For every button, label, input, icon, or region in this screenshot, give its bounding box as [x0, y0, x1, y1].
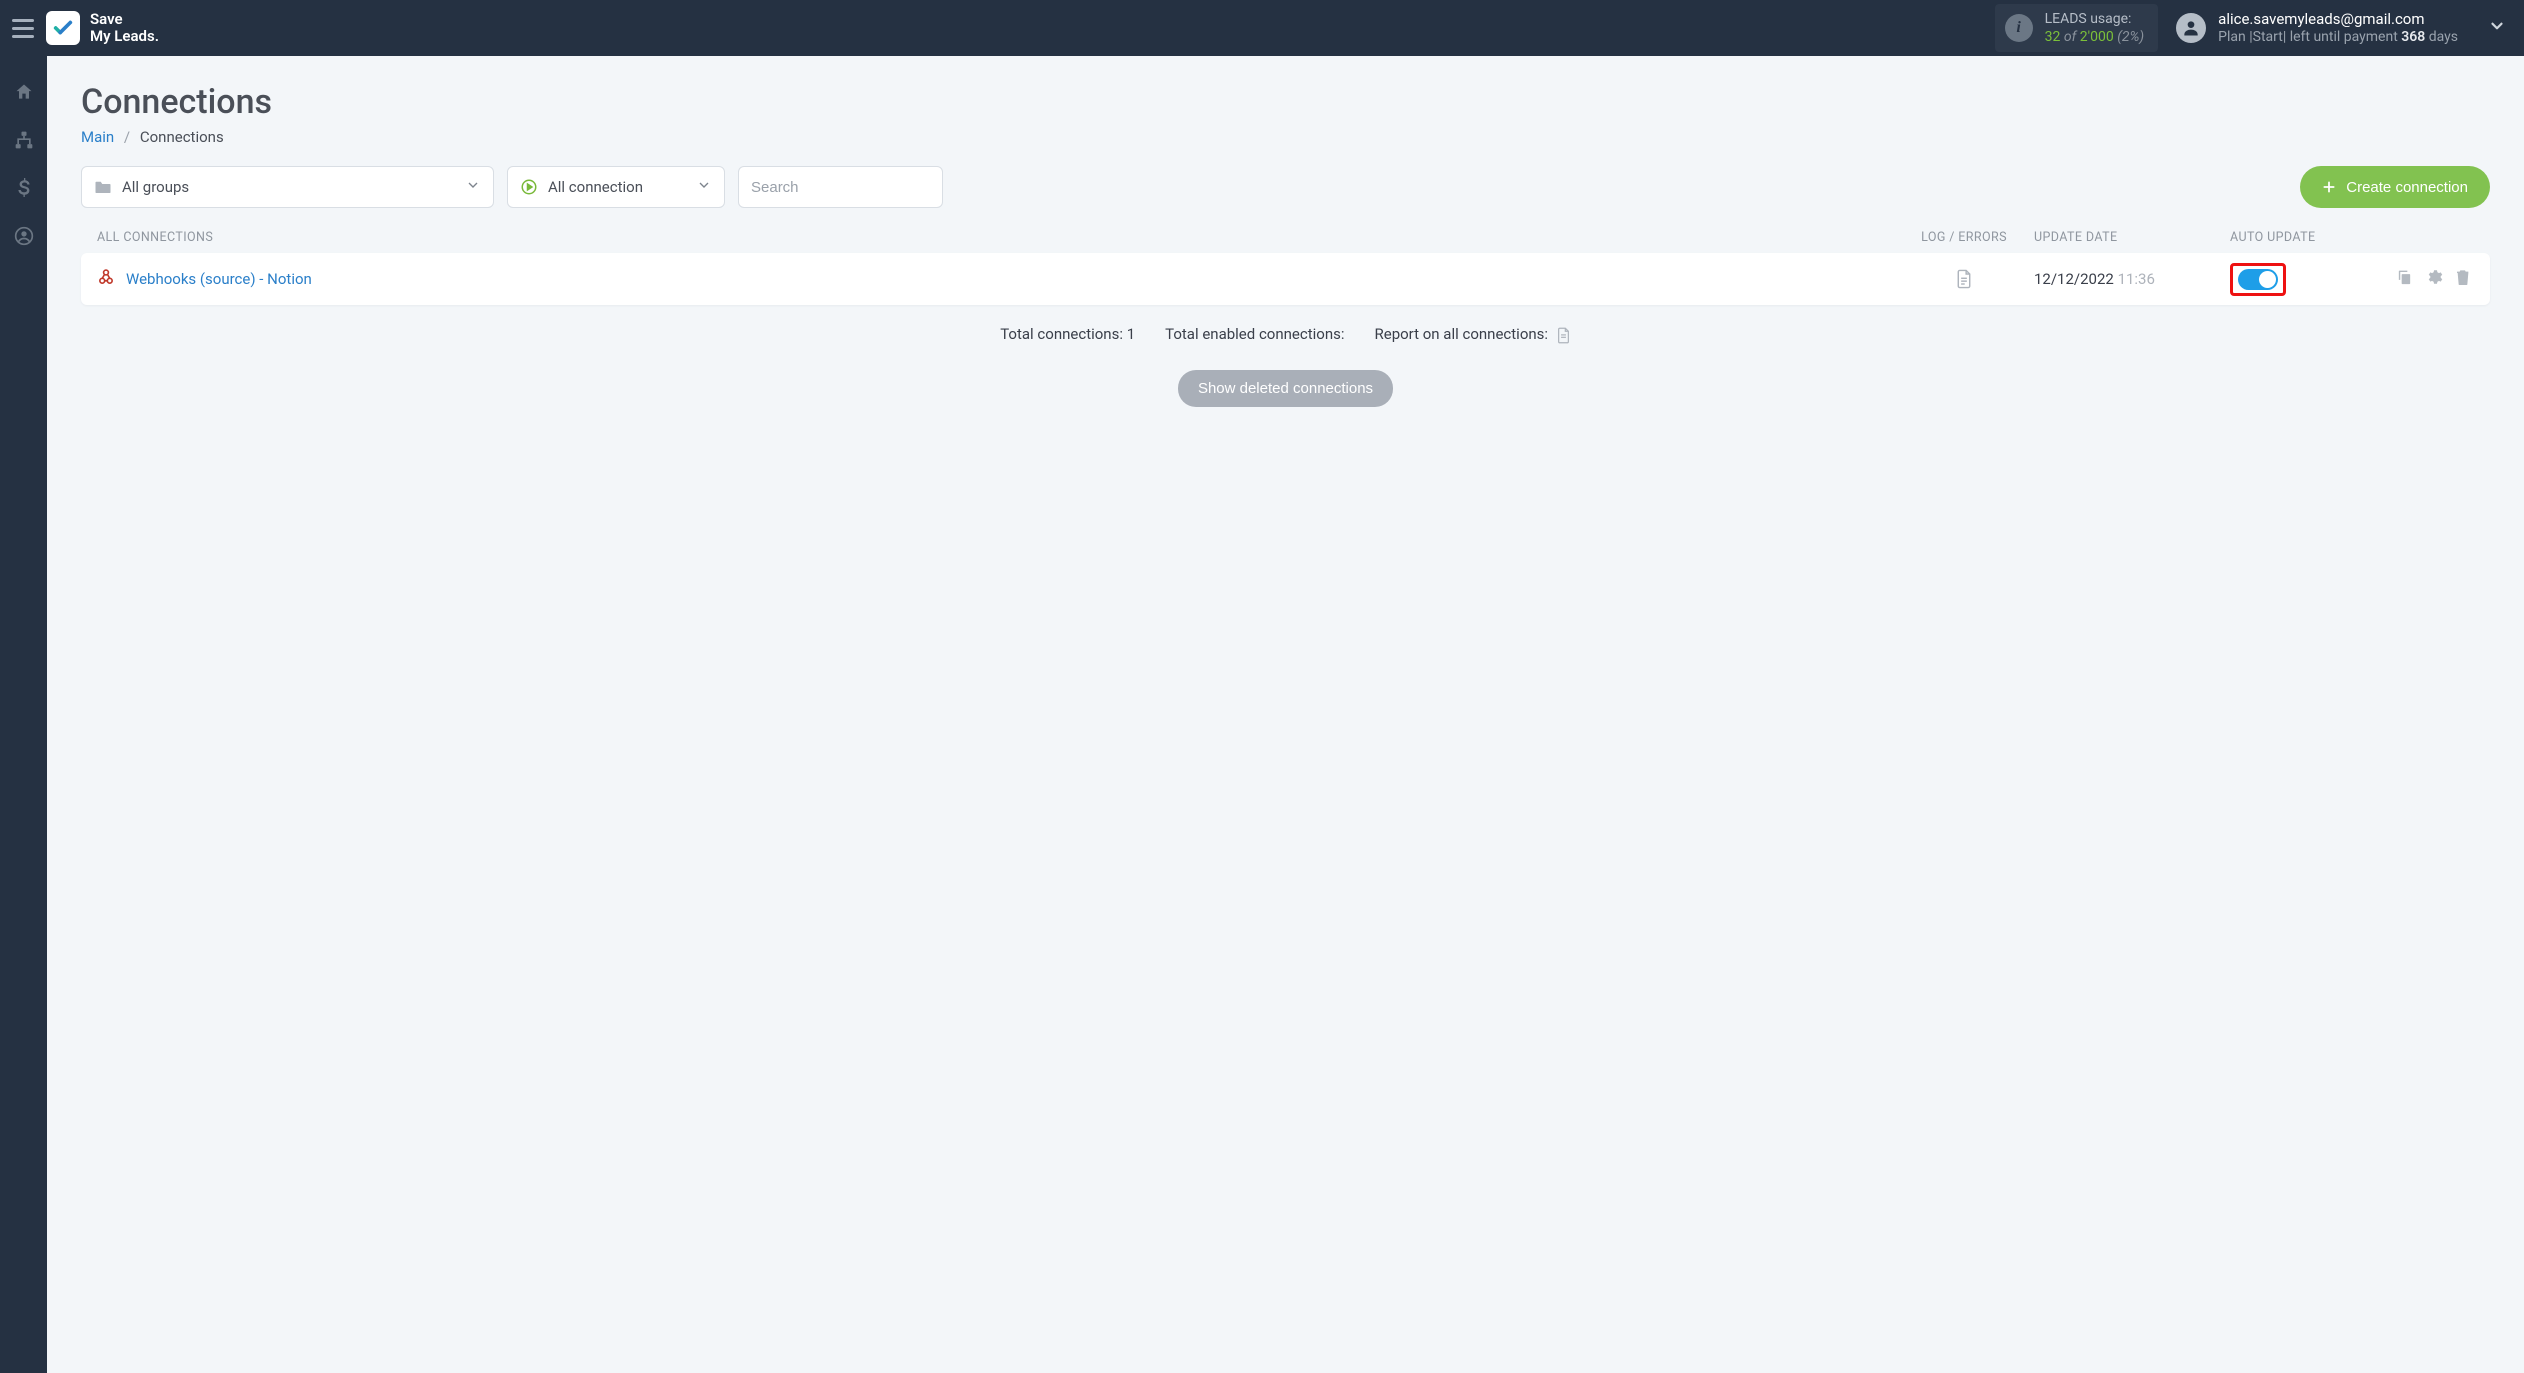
dollar-icon	[18, 178, 30, 198]
table-row: Webhooks (source) - Notion 12/12/2022 11…	[81, 253, 2490, 305]
log-button[interactable]	[1904, 269, 2024, 289]
connection-filter-dropdown[interactable]: All connection	[507, 166, 725, 208]
settings-button[interactable]	[2422, 265, 2446, 293]
sidebar-item-account[interactable]	[0, 214, 47, 258]
groups-dropdown[interactable]: All groups	[81, 166, 494, 208]
app-logo[interactable]	[46, 11, 80, 45]
home-icon	[14, 82, 34, 102]
menu-toggle[interactable]	[10, 15, 36, 41]
col-log-errors: LOG / ERRORS	[1904, 230, 2024, 245]
copy-icon	[2396, 268, 2413, 286]
brand-name: Save My Leads.	[90, 11, 159, 46]
chevron-down-icon	[2488, 17, 2506, 35]
summary-row: Total connections: 1 Total enabled conne…	[81, 325, 2490, 344]
folder-icon	[94, 179, 112, 195]
total-connections: Total connections: 1	[1000, 325, 1135, 343]
delete-button[interactable]	[2452, 265, 2474, 293]
account-email: alice.savemyleads@gmail.com	[2218, 10, 2458, 29]
webhook-icon	[97, 268, 115, 290]
table-header: ALL CONNECTIONS LOG / ERRORS UPDATE DATE…	[81, 230, 2490, 253]
account-plan: Plan |Start| left until payment 368 days	[2218, 29, 2458, 47]
chevron-down-icon	[465, 177, 481, 197]
sidebar-item-home[interactable]	[0, 70, 47, 114]
breadcrumb-main[interactable]: Main	[81, 128, 114, 146]
document-icon	[1955, 269, 1973, 289]
plus-icon	[2322, 180, 2336, 194]
usage-text: LEADS usage: 32 of 2'000 (2%)	[2045, 10, 2145, 46]
chevron-down-icon	[696, 177, 712, 197]
play-circle-icon	[520, 178, 538, 196]
highlight-annotation	[2230, 263, 2286, 296]
avatar	[2176, 13, 2206, 43]
info-icon: i	[2005, 14, 2033, 42]
gear-icon	[2425, 268, 2443, 286]
document-icon	[1556, 327, 1571, 344]
user-circle-icon	[14, 226, 34, 246]
col-update-date: UPDATE DATE	[2024, 230, 2224, 245]
copy-button[interactable]	[2393, 265, 2416, 293]
filter-row: All groups All connection	[81, 166, 2490, 208]
sidebar-item-connections[interactable]	[0, 118, 47, 162]
create-connection-button[interactable]: Create connection	[2300, 166, 2490, 208]
checkmark-icon	[52, 17, 74, 39]
report-button[interactable]	[1556, 327, 1571, 344]
report-all: Report on all connections:	[1375, 325, 1571, 344]
total-enabled: Total enabled connections:	[1165, 325, 1344, 343]
sidebar	[0, 56, 47, 1373]
sitemap-icon	[14, 130, 34, 150]
account-panel[interactable]: alice.savemyleads@gmail.com Plan |Start|…	[2176, 10, 2458, 46]
auto-update-toggle[interactable]	[2238, 269, 2278, 290]
col-all-connections: ALL CONNECTIONS	[97, 230, 1904, 245]
breadcrumb: Main / Connections	[81, 128, 2490, 146]
sidebar-item-billing[interactable]	[0, 166, 47, 210]
main-content: Connections Main / Connections All group…	[47, 56, 2524, 1373]
col-auto-update: AUTO UPDATE	[2224, 230, 2374, 245]
usage-panel[interactable]: i LEADS usage: 32 of 2'000 (2%)	[1995, 4, 2159, 52]
breadcrumb-current: Connections	[140, 128, 224, 146]
search-field-wrapper	[738, 166, 943, 208]
search-input[interactable]	[751, 179, 930, 196]
account-dropdown-toggle[interactable]	[2482, 11, 2512, 45]
page-title: Connections	[81, 82, 2490, 122]
top-bar: Save My Leads. i LEADS usage: 32 of 2'00…	[0, 0, 2524, 56]
trash-icon	[2455, 268, 2471, 286]
update-date: 12/12/2022 11:36	[2024, 270, 2224, 288]
person-icon	[2181, 18, 2201, 38]
connection-name-link[interactable]: Webhooks (source) - Notion	[126, 270, 312, 288]
show-deleted-button[interactable]: Show deleted connections	[1178, 370, 1393, 407]
